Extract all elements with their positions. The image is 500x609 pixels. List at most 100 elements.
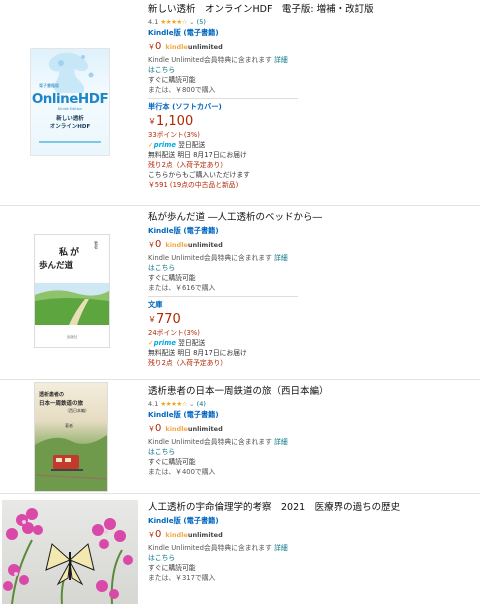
cover-title-line1: 透析患者の [39,392,65,398]
kindle-unlimited-logo: kindleunlimited [165,530,222,540]
format-link-kindle[interactable]: Kindle版 (電子書籍) [148,409,488,421]
or-buy-price[interactable]: または、￥400で購入 [148,467,488,477]
cover-title-line1: 私が [59,248,82,258]
star-rating-icon: ★★★★☆ [160,18,188,26]
kindle-unlimited-logo: kindleunlimited [165,424,222,434]
rating-row[interactable]: 4.1 ★★★★☆ ⌄ (4) [148,399,488,409]
rating-score: 4.1 [148,18,159,26]
cover-title-line2: 日本一周鉄道の旅 [39,401,84,407]
used-offers-link[interactable]: ￥591 (19点の中古品と新品) [148,180,488,190]
ku-details-link-2[interactable]: はこちら [148,447,488,457]
prime-logo: prime [153,141,176,149]
product-title[interactable]: 透析患者の日本一周鉄道の旅（西日本編） [148,385,488,399]
points: 33ポイント(3%) [148,131,200,139]
format-link-kindle[interactable]: Kindle版 (電子書籍) [148,27,488,39]
kindle-price-row: ￥0 kindleunlimited [148,39,488,55]
review-count[interactable]: (5) [197,18,206,26]
ku-brand: kindle [165,241,188,249]
ku-details-link[interactable]: 詳細 [274,56,288,64]
kindle-price-row: ￥0 kindleunlimited [148,237,488,253]
kindle-price[interactable]: ￥0 [148,530,161,540]
paperback-price-value: 1,100 [156,114,194,129]
prime-text: 翌日配送 [178,339,206,347]
available-now: すぐに購読可能 [148,76,196,84]
kindle-price-row: ￥0 kindleunlimited [148,527,488,543]
kindle-price-row: ￥0 kindleunlimited [148,421,488,437]
book-cover-image[interactable]: 私が 歩んだ道 著者 出版社 [34,234,110,348]
format-link-kindle[interactable]: Kindle版 (電子書籍) [148,515,488,527]
bunko-price-value: 770 [156,312,181,327]
chevron-down-icon: ⌄ [189,400,195,408]
result-info: 透析患者の日本一周鉄道の旅（西日本編） 4.1 ★★★★☆ ⌄ (4) Kind… [148,385,488,477]
ku-text-label: Kindle Unlimited会員特典に含まれます [148,438,272,446]
book-cover-image[interactable] [2,500,138,604]
ku-details-link[interactable]: 詳細 [274,254,288,262]
product-title[interactable]: 新しい透析 オンラインHDF 電子版: 増補・改訂版 [148,3,488,17]
search-result-4: 人工透析の宇命倫理学的考察 2021 医療界の過ちの歴史 Kindle版 (電子… [0,494,500,609]
cover-subtitle: Kindle Edition [57,107,83,111]
kindle-price[interactable]: ￥0 [148,240,161,250]
ku-details-link-2[interactable]: はこちら [148,263,488,273]
cover-author: 著者 [94,241,99,249]
bunko-price[interactable]: ￥770 [148,311,488,328]
format-link-bunko[interactable]: 文庫 [148,299,488,311]
book-cover-image[interactable]: 電子書籍版 OnlineHDF Kindle Edition 新しい透析 オンラ… [30,48,110,156]
cover-badge: 電子書籍版 [39,83,59,88]
available-now: すぐに購読可能 [148,458,196,466]
stock-status: 残り2点（入荷予定あり） [148,161,228,169]
ku-text: Kindle Unlimited会員特典に含まれます 詳細 [148,543,488,553]
chevron-down-icon: ⌄ [189,18,195,26]
ku-text: Kindle Unlimited会員特典に含まれます 詳細 [148,437,488,447]
review-count[interactable]: (4) [197,400,206,408]
search-result-2: 私が 歩んだ道 著者 出版社 私が歩んだ道 ―人工透析のベッドから― Kindl… [0,206,500,379]
rating-row[interactable]: 4.1 ★★★★☆ ⌄ (5) [148,17,488,27]
or-buy-price[interactable]: または、￥800で購入 [148,85,488,95]
kindle-price-value: 0 [155,41,162,52]
ku-word: unlimited [187,241,223,249]
ku-text: Kindle Unlimited会員特典に含まれます 詳細 [148,253,488,263]
ku-brand: kindle [165,43,188,51]
cover-title-line2: オンラインHDF [49,124,91,130]
ku-text: Kindle Unlimited会員特典に含まれます 詳細 [148,55,488,65]
cover-title-line2: 歩んだ道 [39,261,74,271]
stock-status: 残り2点（入荷予定あり） [148,359,228,367]
kindle-price[interactable]: ￥0 [148,42,161,52]
paperback-price[interactable]: ￥1,100 [148,113,488,130]
flowers-butterfly-photo [3,508,133,604]
ku-text-label: Kindle Unlimited会員特典に含まれます [148,56,272,64]
result-info: 人工透析の宇命倫理学的考察 2021 医療界の過ちの歴史 Kindle版 (電子… [148,501,488,583]
delivery-date: 無料配送 明日 8月17日にお届け [148,151,247,159]
cover-brand: OnlineHDF [31,91,109,107]
book-cover-image[interactable]: 透析患者の 日本一周鉄道の旅 （西日本編） 著者 [34,382,108,492]
format-link-kindle[interactable]: Kindle版 (電子書籍) [148,225,488,237]
kindle-price-value: 0 [155,423,162,434]
search-result-3: 透析患者の 日本一周鉄道の旅 （西日本編） 著者 透析患者の日本一周鉄道の旅（西… [0,380,500,493]
kindle-price[interactable]: ￥0 [148,424,161,434]
cover-title-line1: 新しい透析 [56,116,84,122]
ku-details-link-2[interactable]: はこちら [148,65,488,75]
ku-word: unlimited [187,531,223,539]
result-info: 私が歩んだ道 ―人工透析のベッドから― Kindle版 (電子書籍) ￥0 ki… [148,211,488,368]
result-info: 新しい透析 オンラインHDF 電子版: 増補・改訂版 4.1 ★★★★☆ ⌄ (… [148,3,488,190]
cover-author: 著者 [65,423,73,428]
available-now: すぐに購読可能 [148,564,196,572]
cover-publisher: 出版社 [66,335,78,339]
prime-row: ✓prime 翌日配送 [148,140,488,150]
ku-details-link[interactable]: 詳細 [274,544,288,552]
divider [148,98,298,99]
star-rating-icon: ★★★★☆ [160,400,188,408]
kindle-unlimited-logo: kindleunlimited [165,240,222,250]
kindle-price-value: 0 [155,239,162,250]
kindle-unlimited-logo: kindleunlimited [165,42,222,52]
ku-details-link[interactable]: 詳細 [274,438,288,446]
delivery-date: 無料配送 明日 8月17日にお届け [148,349,247,357]
ku-details-link-2[interactable]: はこちら [148,553,488,563]
or-buy-price[interactable]: または、￥616で購入 [148,283,488,293]
cover-title-line3: （西日本編） [65,408,89,413]
product-title[interactable]: 私が歩んだ道 ―人工透析のベッドから― [148,211,488,225]
search-result-1: 電子書籍版 OnlineHDF Kindle Edition 新しい透析 オンラ… [0,0,500,205]
format-link-paperback[interactable]: 単行本 (ソフトカバー) [148,101,488,113]
points: 24ポイント(3%) [148,329,200,337]
product-title[interactable]: 人工透析の宇命倫理学的考察 2021 医療界の過ちの歴史 [148,501,488,515]
or-buy-price[interactable]: または、￥317で購入 [148,573,488,583]
